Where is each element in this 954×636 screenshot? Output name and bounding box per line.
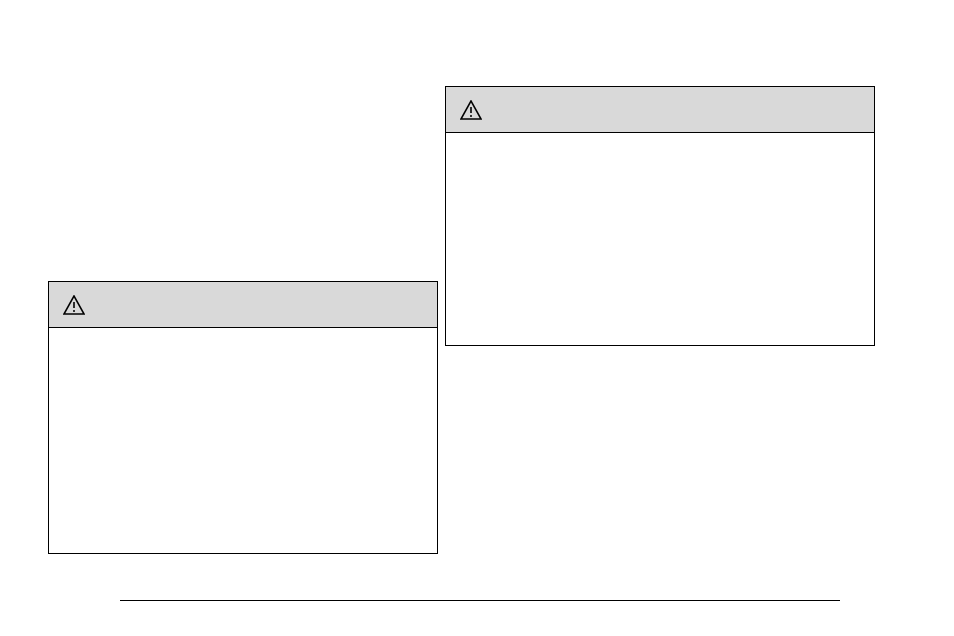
warning-triangle-icon bbox=[63, 295, 85, 315]
warning-triangle-icon bbox=[460, 100, 482, 120]
footer-horizontal-rule bbox=[120, 600, 840, 601]
warning-box-left bbox=[48, 281, 438, 554]
warning-box-left-header bbox=[49, 282, 437, 328]
warning-box-right bbox=[445, 86, 875, 346]
warning-box-right-header bbox=[446, 87, 874, 133]
